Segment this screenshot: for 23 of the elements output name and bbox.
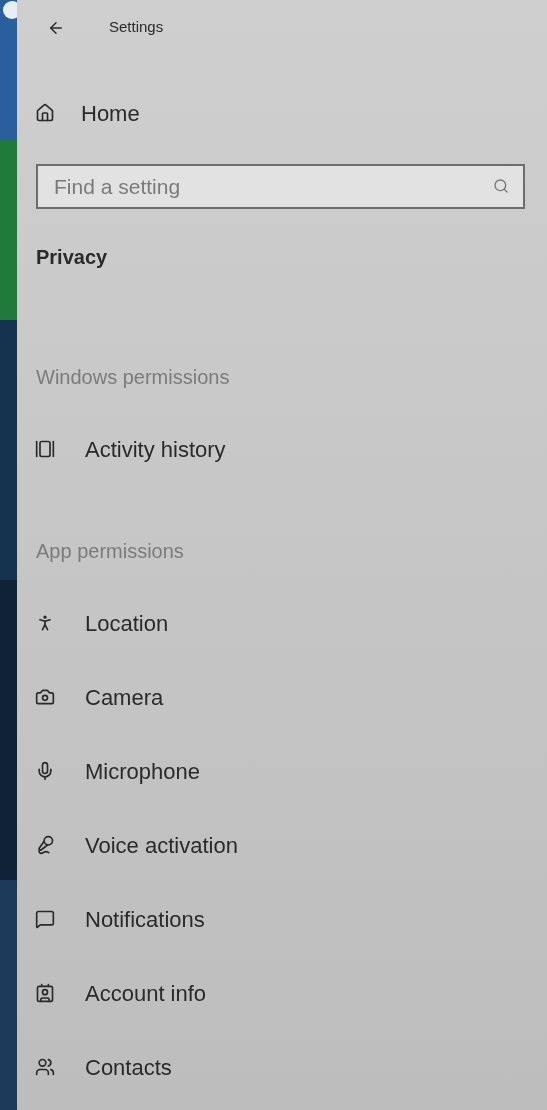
home-icon — [35, 103, 55, 123]
microphone-icon — [35, 761, 55, 781]
search-field[interactable]: Find a setting — [36, 164, 525, 209]
nav-item[interactable]: Voice activation — [17, 830, 547, 860]
search-icon[interactable] — [493, 178, 509, 194]
microphone-icon — [35, 835, 55, 855]
nav-item[interactable]: Location — [17, 608, 547, 638]
camera-icon — [35, 687, 55, 707]
nav-item[interactable]: Camera — [17, 682, 547, 712]
nav-item[interactable]: Account info — [17, 978, 547, 1008]
home-link[interactable]: Home — [35, 96, 140, 130]
group-heading: Windows permissions — [36, 366, 230, 388]
window-title: Settings — [109, 17, 164, 38]
nav-item[interactable]: Activity history — [17, 434, 547, 464]
group-heading: App permissions — [36, 540, 184, 562]
nav-item[interactable]: Notifications — [17, 904, 547, 934]
nav-item[interactable]: Microphone — [17, 756, 547, 786]
timeline-icon — [35, 439, 55, 459]
speech-bubble-icon — [35, 909, 55, 929]
nav-item[interactable]: Contacts — [17, 1052, 547, 1082]
contact-card-icon — [35, 983, 55, 1003]
people-icon — [35, 1057, 55, 1077]
section-title: Privacy — [36, 246, 108, 268]
